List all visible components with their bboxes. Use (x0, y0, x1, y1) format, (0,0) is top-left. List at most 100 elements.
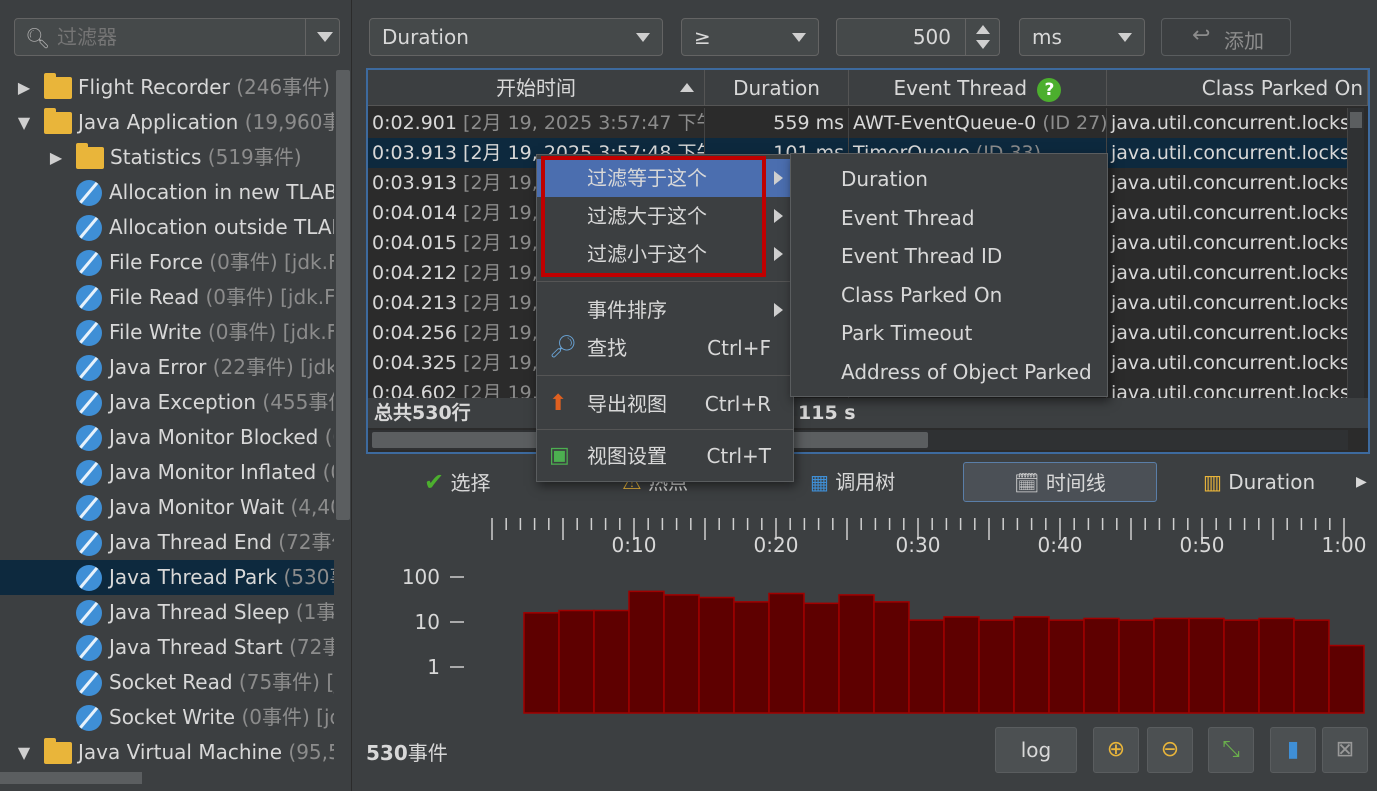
tree-scrollbar[interactable] (336, 70, 350, 520)
chevron-down-icon[interactable] (317, 32, 333, 42)
column-header-event-thread[interactable]: Event Thread ? (849, 70, 1107, 106)
submenu-item[interactable]: Event Thread ID (841, 237, 1002, 275)
tree-item[interactable]: ▼ Java Virtual Machine (95,597 (0, 735, 334, 770)
tree-item[interactable]: Socket Read (75事件) [jd (0, 665, 334, 700)
zoom-in-icon[interactable]: ⊕ (1093, 727, 1139, 773)
timeline-bar[interactable] (1293, 619, 1330, 714)
tree-item[interactable]: Java Thread Sleep (1事件 (0, 595, 334, 630)
tree-item[interactable]: ▶ Statistics (519事件) (0, 140, 334, 175)
tree-item[interactable]: File Read (0事件) [jdk.File (0, 280, 334, 315)
timeline-bar[interactable] (698, 596, 735, 714)
timeline-bar[interactable] (1153, 617, 1190, 714)
column-header-start-time[interactable]: 开始时间 (368, 70, 705, 106)
menu-item[interactable]: ⬆ 导出视图 Ctrl+R (537, 385, 793, 423)
x-tick-label: 0:40 (1038, 533, 1083, 557)
column-header-duration[interactable]: Duration (705, 70, 849, 106)
clear-selection-icon[interactable]: ⊠ (1322, 727, 1368, 773)
expand-right-icon[interactable]: ▶ (46, 140, 66, 175)
help-icon[interactable]: ? (1037, 77, 1062, 102)
timeline-bar[interactable] (1083, 617, 1120, 714)
filter-input[interactable] (57, 23, 297, 51)
menu-item[interactable]: 🔎︎ 查找 Ctrl+F (537, 329, 793, 367)
operator-select[interactable]: ≥ (681, 18, 819, 56)
tree-item[interactable]: Java Monitor Inflated (0- (0, 455, 334, 490)
tree-item[interactable]: File Force (0事件) [jdk.File (0, 245, 334, 280)
menu-item[interactable]: 过滤小于这个 (537, 235, 793, 273)
timeline-bar[interactable] (1258, 617, 1295, 714)
tree-item[interactable]: ▶ Flight Recorder (246事件) (0, 70, 334, 105)
timeline-bar[interactable] (803, 602, 840, 714)
tree-item[interactable]: Socket Write (0事件) [jdk (0, 700, 334, 735)
tree-item[interactable]: ▼ Java Application (19,960事件 (0, 105, 334, 140)
column-header-class-parked-on[interactable]: Class Parked On (1107, 70, 1368, 106)
timeline-bar[interactable] (838, 594, 875, 714)
menu-item[interactable]: 过滤等于这个 (537, 159, 793, 197)
spinner-up-icon[interactable] (976, 25, 990, 34)
tree-item[interactable]: Allocation outside TLAB (0, 210, 334, 245)
timeline-bar[interactable] (908, 619, 945, 714)
tree-item[interactable]: Java Error (22事件) [jdk.Ja (0, 350, 334, 385)
timeline-bar[interactable] (873, 601, 910, 714)
event-type-icon (76, 285, 102, 311)
value-spinner[interactable]: 500 (836, 18, 1000, 56)
spinner-down-icon[interactable] (976, 40, 990, 49)
timeline-bar[interactable] (1223, 619, 1260, 714)
menu-item[interactable]: 事件排序 (537, 291, 793, 329)
menu-item[interactable]: 过滤大于这个 (537, 197, 793, 235)
scroll-thumb[interactable] (1350, 112, 1362, 128)
timeline-bar[interactable] (978, 619, 1015, 714)
timeline-bar[interactable] (768, 592, 805, 714)
timeline-bar[interactable] (593, 609, 630, 714)
submenu-item[interactable]: Event Thread (841, 199, 975, 237)
tree-item[interactable]: Java Exception (455事件) (0, 385, 334, 420)
tree-item[interactable]: Java Thread End (72事件 (0, 525, 334, 560)
tree-item[interactable]: Java Thread Park (530事件 (0, 560, 334, 595)
tree-horizontal-scrollbar[interactable] (0, 772, 142, 784)
timeline-bar[interactable] (1118, 619, 1155, 714)
log-scale-button[interactable]: log (995, 727, 1077, 773)
timeline-bar[interactable] (558, 609, 595, 714)
tree-item[interactable]: Allocation in new TLAB ( (0, 175, 334, 210)
timeline-bar[interactable] (1188, 617, 1225, 714)
timeline-bar[interactable] (523, 612, 560, 714)
table-horizontal-scrollbar[interactable] (368, 430, 1348, 450)
submenu-item[interactable]: Address of Object Parked (841, 353, 1092, 391)
tree-item[interactable]: Java Monitor Blocked (0- (0, 420, 334, 455)
submenu-item[interactable]: Duration (841, 160, 928, 198)
tab-selection[interactable]: ✔ 选择 (424, 462, 490, 502)
timeline-bar[interactable] (1328, 644, 1365, 714)
expand-down-icon[interactable]: ▼ (14, 735, 34, 770)
unit-select[interactable]: ms (1019, 18, 1145, 56)
tree-item-label: Java Virtual Machine (95,597 (78, 740, 334, 764)
add-filter-button[interactable]: ↩ 添加 (1161, 18, 1291, 56)
timeline-chart[interactable]: 0:10 0:20 0:30 0:40 0:50 1:00 100 10 1 (366, 510, 1370, 715)
submenu-item[interactable]: Class Parked On (841, 276, 1002, 314)
timeline-bar[interactable] (733, 601, 770, 714)
zoom-out-icon[interactable]: ⊖ (1147, 727, 1193, 773)
menu-item-label: 导出视图 (587, 392, 667, 416)
menu-item[interactable]: ▣ 视图设置 Ctrl+T (537, 437, 793, 475)
timeline-bar[interactable] (1013, 616, 1050, 714)
timeline-bar[interactable] (663, 594, 700, 714)
timeline-bar[interactable] (628, 590, 665, 714)
menu-item-label: 过滤小于这个 (587, 242, 707, 266)
tree-item[interactable]: Java Monitor Wait (4,405 (0, 490, 334, 525)
tree-item[interactable]: Java Thread Start (72事件 (0, 630, 334, 665)
expand-right-icon[interactable]: ▶ (14, 70, 34, 105)
filter-box[interactable]: 🔍︎ (14, 18, 340, 56)
timeline-bar[interactable] (1048, 619, 1085, 714)
table-vertical-scrollbar[interactable] (1348, 108, 1364, 398)
submenu-item[interactable]: Park Timeout (841, 314, 972, 352)
tab-call-tree[interactable]: ▦ 调用树 (810, 462, 895, 502)
tab-timeline[interactable]: 🗓︎ 时间线 (963, 462, 1157, 502)
tree-item[interactable]: File Write (0事件) [jdk.File (0, 315, 334, 350)
color-legend-icon[interactable]: ▮ (1270, 727, 1316, 773)
table-row[interactable]: 0:02.901 [2月 19, 2025 3:57:47 下午] 559 ms A… (368, 108, 1348, 138)
tab-duration[interactable]: ▥ Duration (1203, 462, 1315, 502)
field-select[interactable]: Duration (369, 18, 663, 56)
timeline-bar[interactable] (943, 616, 980, 714)
expand-down-icon[interactable]: ▼ (14, 105, 34, 140)
tabs-overflow-arrow-icon[interactable]: ▶ (1356, 462, 1367, 502)
menu-item-label: 过滤大于这个 (587, 204, 707, 228)
zoom-to-selection-icon[interactable]: ⤡ (1208, 727, 1254, 773)
